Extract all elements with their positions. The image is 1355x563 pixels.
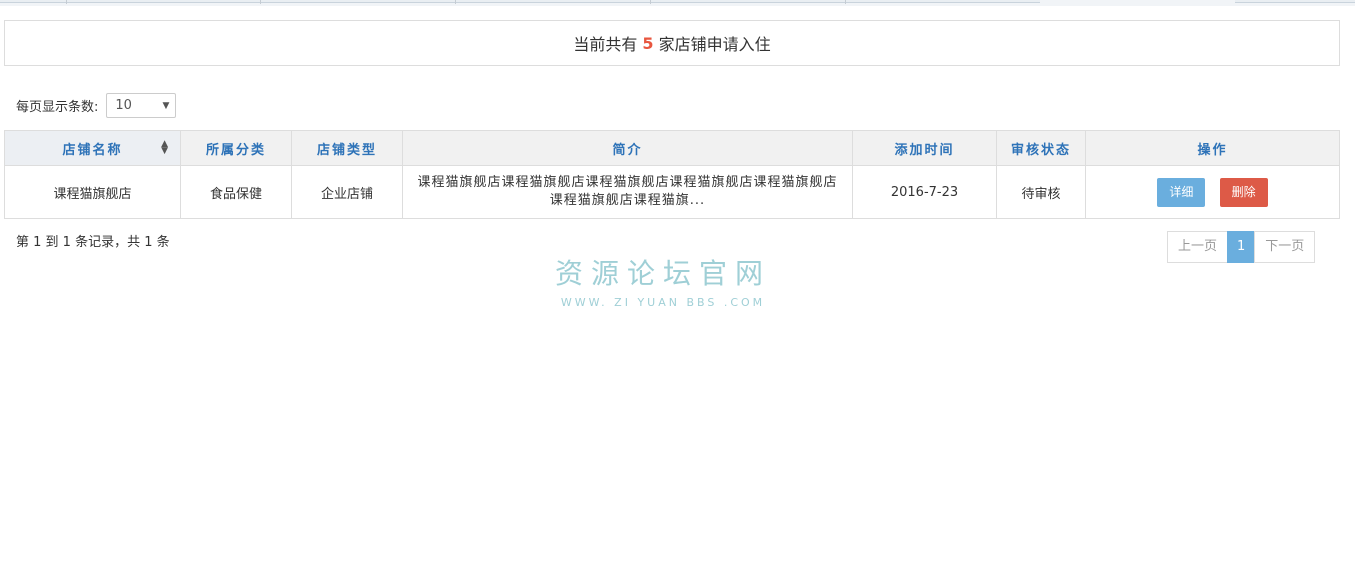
cell-added-time: 2016-7-23 <box>852 165 997 219</box>
table-row: 课程猫旗舰店 食品保健 企业店铺 课程猫旗舰店课程猫旗舰店课程猫旗舰店课程猫旗舰… <box>4 165 1340 219</box>
cell-category: 食品保健 <box>180 165 292 219</box>
pagination: 上一页 1 下一页 <box>1167 231 1316 263</box>
column-header-shop-type: 店铺类型 <box>291 130 403 166</box>
column-header-category: 所属分类 <box>180 130 292 166</box>
tab-separator <box>455 0 456 4</box>
watermark-title: 资源论坛官网 <box>554 257 771 290</box>
shop-apply-table: 店铺名称 ▲ ▼ 所属分类 店铺类型 简介 添加时间 审核状态 操作 课程猫旗舰店… <box>4 130 1340 219</box>
tab-separator <box>650 0 651 4</box>
cell-intro: 课程猫旗舰店课程猫旗舰店课程猫旗舰店课程猫旗舰店课程猫旗舰店课程猫旗舰店课程猫旗… <box>402 165 853 219</box>
table-header-row: 店铺名称 ▲ ▼ 所属分类 店铺类型 简介 添加时间 审核状态 操作 <box>4 130 1340 166</box>
tab-separator <box>66 0 67 4</box>
column-header-added-time: 添加时间 <box>852 130 997 166</box>
column-header-actions: 操作 <box>1085 130 1340 166</box>
delete-button[interactable]: 删除 <box>1219 177 1268 207</box>
page-size-select[interactable]: 10 ▼ <box>106 93 177 118</box>
tab-separator <box>260 0 261 4</box>
prev-page-button[interactable]: 上一页 <box>1167 231 1229 263</box>
page-size-control: 每页显示条数: 10 ▼ <box>16 93 177 118</box>
detail-button[interactable]: 详细 <box>1157 177 1206 207</box>
caret-down-icon: ▼ <box>162 100 170 111</box>
page-size-value: 10 <box>115 98 132 113</box>
summary-count: 5 <box>642 33 654 53</box>
page-size-label: 每页显示条数: <box>16 100 99 115</box>
watermark: 资源论坛官网 WWW. ZI YUAN BBS .COM <box>550 252 776 309</box>
summary-suffix: 家店铺申请入住 <box>658 35 771 54</box>
sort-icon[interactable]: ▲ ▼ <box>161 140 170 156</box>
cell-actions: 详细 删除 <box>1085 165 1340 219</box>
records-info: 第 1 到 1 条记录，共 1 条 <box>16 235 170 250</box>
summary-prefix: 当前共有 <box>573 35 638 54</box>
top-tab[interactable] <box>1235 0 1355 3</box>
tab-separator <box>845 0 846 4</box>
page-number-1[interactable]: 1 <box>1227 231 1256 263</box>
column-header-status: 审核状态 <box>996 130 1086 166</box>
cell-shop-name: 课程猫旗舰店 <box>4 165 181 219</box>
top-tab[interactable] <box>0 0 1040 3</box>
column-header-shop-name[interactable]: 店铺名称 ▲ ▼ <box>4 130 181 166</box>
cell-status: 待审核 <box>996 165 1086 219</box>
next-page-button[interactable]: 下一页 <box>1254 231 1316 263</box>
apply-summary-box: 当前共有 5 家店铺申请入住 <box>4 20 1340 66</box>
column-header-intro: 简介 <box>402 130 853 166</box>
watermark-url: WWW. ZI YUAN BBS .COM <box>560 296 766 309</box>
top-tab-strip <box>0 0 1355 6</box>
cell-shop-type: 企业店铺 <box>291 165 403 219</box>
